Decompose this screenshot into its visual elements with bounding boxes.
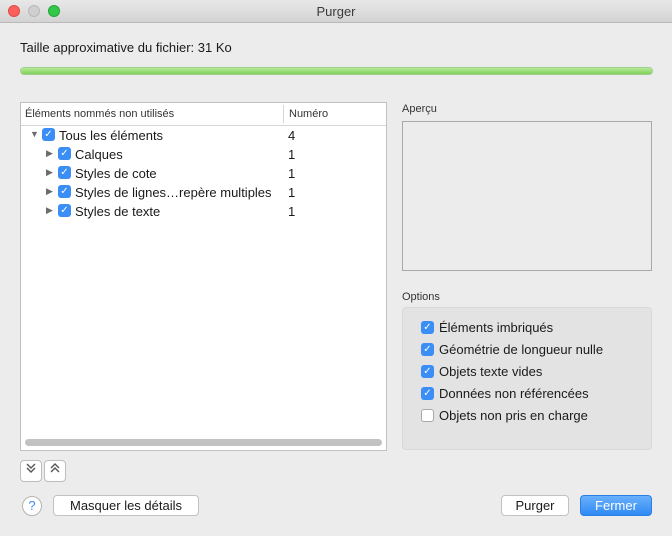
tree-row-label: Styles de cote [75, 166, 157, 181]
option-label: Données non référencées [439, 386, 589, 401]
tree-row-calques[interactable]: ▶ ✓ Calques 1 [21, 145, 386, 164]
checkbox-checked-icon[interactable]: ✓ [421, 343, 434, 356]
tree-row-label: Calques [75, 147, 123, 162]
checkbox-checked-icon[interactable]: ✓ [58, 166, 71, 179]
progress-fill [21, 68, 652, 74]
checkbox-checked-icon[interactable]: ✓ [58, 147, 71, 160]
checkbox-checked-icon[interactable]: ✓ [421, 365, 434, 378]
disclosure-collapsed-icon[interactable]: ▶ [46, 167, 53, 178]
option-label: Éléments imbriqués [439, 320, 554, 335]
option-label: Objets texte vides [439, 364, 543, 379]
preview-label: Aperçu [402, 103, 437, 115]
tree-row-count: 1 [288, 204, 296, 219]
window-title: Purger [316, 4, 356, 19]
file-size-label: Taille approximative du fichier: 31 Ko [20, 40, 232, 55]
checkbox-checked-icon[interactable]: ✓ [421, 321, 434, 334]
disclosure-collapsed-icon[interactable]: ▶ [46, 205, 53, 216]
tree-row-styles-de-lignes[interactable]: ▶ ✓ Styles de lignes…repère multiples 1 [21, 183, 386, 202]
expand-all-button[interactable] [20, 460, 42, 482]
tree-header: Éléments nommés non utilisés Numéro [21, 103, 386, 126]
tree-row-styles-de-texte[interactable]: ▶ ✓ Styles de texte 1 [21, 202, 386, 221]
options-label: Options [402, 291, 440, 303]
tree-row-label: Styles de texte [75, 204, 161, 219]
disclosure-collapsed-icon[interactable]: ▶ [46, 186, 53, 197]
horizontal-scrollbar[interactable] [25, 439, 382, 446]
disclosure-collapsed-icon[interactable]: ▶ [46, 148, 53, 159]
double-chevron-up-icon [50, 463, 60, 473]
close-button[interactable]: Fermer [580, 495, 652, 516]
collapse-all-button[interactable] [44, 460, 66, 482]
tree-row-label: Tous les éléments [59, 128, 164, 143]
tree-row-count: 1 [288, 147, 296, 162]
checkbox-checked-icon[interactable]: ✓ [42, 128, 55, 141]
title-bar: Purger [0, 0, 672, 23]
tree-row-styles-de-cote[interactable]: ▶ ✓ Styles de cote 1 [21, 164, 386, 183]
column-header-count[interactable]: Numéro [289, 108, 328, 120]
checkbox-checked-icon[interactable]: ✓ [421, 387, 434, 400]
tree-row-label: Styles de lignes…repère multiples [75, 185, 272, 200]
option-label: Géométrie de longueur nulle [439, 342, 604, 357]
disclosure-expanded-icon[interactable]: ▼ [30, 129, 39, 139]
unused-items-tree[interactable]: Éléments nommés non utilisés Numéro ▼ ✓ … [20, 102, 387, 451]
purge-button[interactable]: Purger [501, 495, 569, 516]
preview-box [402, 121, 652, 271]
hide-details-button[interactable]: Masquer les détails [53, 495, 199, 516]
tree-row-count: 1 [288, 185, 296, 200]
file-size-progress-bar [20, 67, 653, 75]
checkbox-checked-icon[interactable]: ✓ [58, 185, 71, 198]
checkbox-checked-icon[interactable]: ✓ [58, 204, 71, 217]
tree-row-count: 1 [288, 166, 296, 181]
checkbox-unchecked-icon[interactable] [421, 409, 434, 422]
tree-row-count: 4 [288, 128, 296, 143]
double-chevron-down-icon [26, 463, 36, 473]
help-button[interactable]: ? [22, 496, 42, 516]
column-separator[interactable] [283, 105, 284, 123]
options-group: ✓ Éléments imbriqués ✓ Géométrie de long… [402, 307, 652, 450]
tree-row-all[interactable]: ▼ ✓ Tous les éléments 4 [21, 126, 386, 145]
column-header-items[interactable]: Éléments nommés non utilisés [25, 108, 174, 120]
option-label: Objets non pris en charge [439, 408, 588, 423]
question-mark-icon: ? [28, 498, 36, 513]
